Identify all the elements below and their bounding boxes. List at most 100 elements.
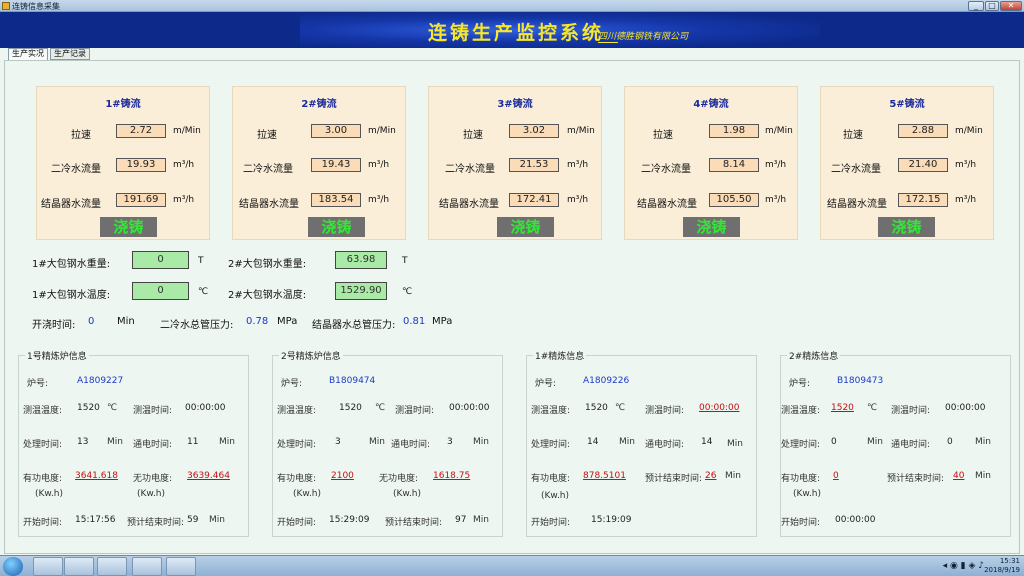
temp-value: 1520 (585, 403, 608, 413)
active-unit: (Kw.h) (793, 489, 822, 499)
secondary-pressure-unit: MPa (277, 316, 298, 327)
heat-label: 炉号: (535, 379, 557, 389)
ladle2-weight-value: 63.98 (335, 251, 387, 269)
reactive-label: 无功电度: (133, 474, 173, 484)
flow2-unit: m³/h (368, 160, 390, 170)
meas-time-value: 00:00:00 (449, 403, 490, 413)
strand-title: 3#铸流 (497, 99, 533, 110)
clock[interactable]: 15:31 2018/9/19 (984, 557, 1020, 575)
flow2-label: 二冷水流量 (243, 164, 293, 175)
power-value: 14 (701, 437, 713, 447)
app-task-icon[interactable] (166, 557, 196, 576)
flow3-unit: m³/h (567, 195, 589, 205)
close-button[interactable]: ✕ (1000, 1, 1022, 11)
ladle2-temp-value: 1529.90 (335, 282, 387, 300)
active-label: 有功电度: (277, 474, 317, 484)
tab-live[interactable]: 生产实况 (8, 48, 48, 60)
temp-label: 测温温度: (277, 406, 317, 416)
proc-unit: Min (867, 437, 883, 447)
power-unit: Min (219, 437, 235, 447)
flow3-value: 172.41 (509, 193, 559, 207)
speed-unit: m/Min (955, 126, 983, 136)
heat-number: A1809226 (583, 376, 630, 386)
flow3-value: 105.50 (709, 193, 759, 207)
flow2-label: 二冷水流量 (641, 164, 691, 175)
remain-label: 预计结束时间: (127, 518, 185, 528)
flow3-value: 172.15 (898, 193, 948, 207)
maximize-button[interactable]: □ (985, 1, 999, 11)
reactive-label: 无功电度: (379, 474, 419, 484)
flow3-value: 183.54 (311, 193, 361, 207)
start-button[interactable] (3, 557, 23, 576)
window-icon[interactable] (132, 557, 162, 576)
speed-label: 拉速 (257, 130, 277, 141)
flow2-label: 二冷水流量 (445, 164, 495, 175)
speed-unit: m/Min (173, 126, 201, 136)
flow3-unit: m³/h (173, 195, 195, 205)
active-value: 0 (833, 471, 839, 481)
speed-value: 1.98 (709, 124, 759, 138)
temp-value: 1520 (77, 403, 100, 413)
active-label: 有功电度: (23, 474, 63, 484)
meas-time-label: 测温时间: (891, 406, 931, 416)
temp-label: 测温温度: (23, 406, 63, 416)
explorer-icon[interactable] (64, 557, 94, 576)
meas-time-value: 00:00:00 (185, 403, 226, 413)
strand-title: 5#铸流 (889, 99, 925, 110)
minimize-button[interactable]: _ (968, 1, 984, 11)
ladle2-weight-unit: T (402, 256, 408, 266)
pour-time-value: 0 (88, 316, 95, 327)
flow2-value: 21.40 (898, 158, 948, 172)
flow2-unit: m³/h (765, 160, 787, 170)
flow3-label: 结晶器水流量 (827, 199, 887, 210)
proc-label: 处理时间: (781, 440, 821, 450)
speed-label: 拉速 (71, 130, 91, 141)
system-tray[interactable]: ◂ ◉ ▮ ◈ ♪ (943, 561, 984, 571)
flow2-value: 19.43 (311, 158, 361, 172)
company-name: 四川德胜钢铁有限公司 (598, 32, 689, 42)
group-title: 1号精炼炉信息 (25, 349, 89, 362)
tool-icon[interactable] (97, 557, 127, 576)
ladle1-temp-unit: ℃ (198, 287, 209, 297)
app-icon (2, 2, 10, 10)
ladle2-weight-label: 2#大包钢水重量: (228, 259, 307, 270)
reactive-value: 3639.464 (187, 471, 230, 481)
flow3-unit: m³/h (368, 195, 390, 205)
flow3-label: 结晶器水流量 (637, 199, 697, 210)
remain-unit: Min (725, 471, 741, 481)
meas-time-label: 测温时间: (645, 406, 685, 416)
remain-value: 40 (953, 471, 965, 481)
ladle1-temp-label: 1#大包钢水温度: (32, 290, 111, 301)
power-unit: Min (975, 437, 991, 447)
heat-label: 炉号: (27, 379, 49, 389)
cast-status: 浇铸 (100, 217, 157, 237)
flow2-label: 二冷水流量 (51, 164, 101, 175)
active-label: 有功电度: (781, 474, 821, 484)
proc-label: 处理时间: (277, 440, 317, 450)
proc-value: 3 (335, 437, 341, 447)
meas-time-label: 测温时间: (133, 406, 173, 416)
cast-status: 浇铸 (497, 217, 554, 237)
secondary-pressure-value: 0.78 (246, 316, 269, 327)
flow2-value: 21.53 (509, 158, 559, 172)
active-unit: (Kw.h) (35, 489, 64, 499)
flow2-unit: m³/h (955, 160, 977, 170)
speed-label: 拉速 (653, 130, 673, 141)
tab-records[interactable]: 生产记录 (50, 48, 90, 60)
start-value: 00:00:00 (835, 515, 876, 525)
speed-unit: m/Min (368, 126, 396, 136)
power-label: 通电时间: (391, 440, 431, 450)
ladle1-temp-value: 0 (132, 282, 189, 300)
active-unit: (Kw.h) (293, 489, 322, 499)
furnace-group-4: 2#精炼信息 炉号: B1809473 测温温度: 1520 ℃ 测温时间: 0… (780, 349, 1011, 537)
speed-value: 3.02 (509, 124, 559, 138)
flow3-unit: m³/h (765, 195, 787, 205)
flow3-label: 结晶器水流量 (439, 199, 499, 210)
meas-time-label: 测温时间: (395, 406, 435, 416)
flow2-value: 19.93 (116, 158, 166, 172)
reactive-unit: (Kw.h) (393, 489, 422, 499)
ie-icon[interactable] (33, 557, 63, 576)
furnace-group-2: 2号精炼炉信息 炉号: B1809474 测温温度: 1520 ℃ 测温时间: … (272, 349, 503, 537)
strand-panel-5: 5#铸流 拉速 2.88 m/Min 二冷水流量 21.40 m³/h 结晶器水… (820, 86, 994, 240)
strand-panel-1: 1#铸流 拉速 2.72 m/Min 二冷水流量 19.93 m³/h 结晶器水… (36, 86, 210, 240)
